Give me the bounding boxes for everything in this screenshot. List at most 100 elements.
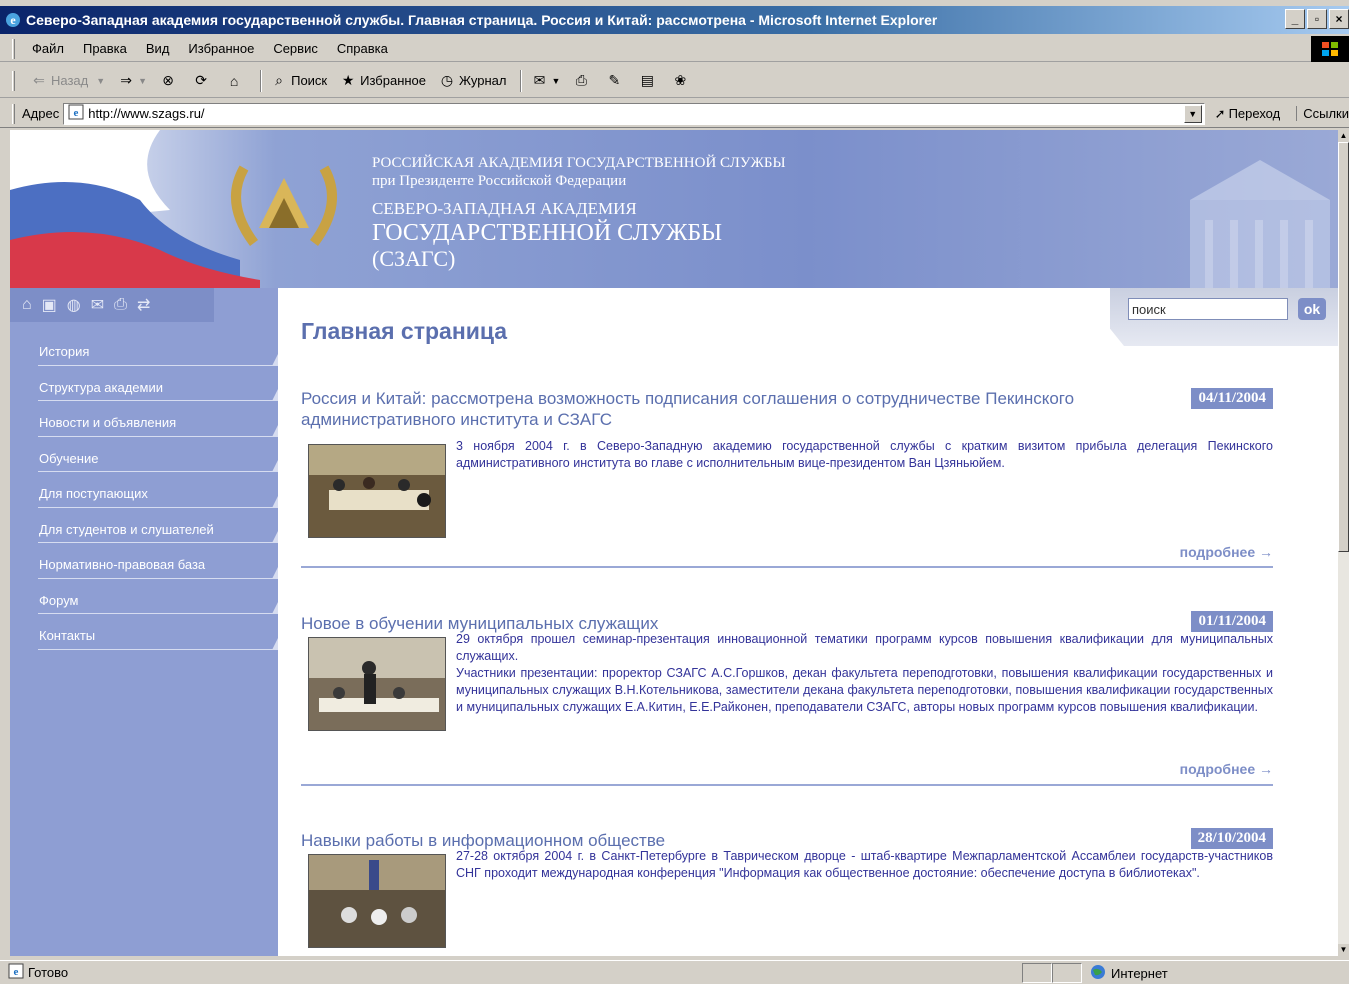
print-button[interactable]: ⎙ xyxy=(572,72,593,90)
news-date: 28/10/2004 xyxy=(1190,828,1273,849)
back-label: Назад xyxy=(51,73,89,88)
news-text-paragraph: 29 октября прошел семинар-презентация ин… xyxy=(456,632,1273,663)
go-arrow-icon: ➚ xyxy=(1214,105,1226,121)
home-button[interactable]: ⌂ xyxy=(225,72,246,90)
header-line-1: РОССИЙСКАЯ АКАДЕМИЯ ГОСУДАРСТВЕННОЙ СЛУЖ… xyxy=(372,155,786,171)
divider xyxy=(301,566,1273,568)
home-icon: ⌂ xyxy=(229,72,239,89)
favorites-button[interactable]: ★ Избранное xyxy=(339,72,426,90)
globe-icon xyxy=(1090,964,1106,983)
address-dropdown-icon[interactable]: ▼ xyxy=(1183,104,1202,123)
scrollbar-thumb[interactable] xyxy=(1338,142,1349,552)
forward-button[interactable]: ⇒ ▼ xyxy=(117,72,147,90)
address-bar: Адрес e http://www.szags.ru/ ▼ ➚ Переход… xyxy=(0,100,1349,128)
menu-bar: Файл Правка Вид Избранное Сервис Справка xyxy=(0,36,1349,62)
menu-edit[interactable]: Правка xyxy=(83,41,127,56)
minimize-button[interactable]: _ xyxy=(1285,9,1305,29)
go-button[interactable]: ➚ Переход xyxy=(1215,106,1281,122)
mail-icon[interactable]: ✉ xyxy=(91,295,104,315)
go-label: Переход xyxy=(1228,106,1281,121)
news-photo[interactable] xyxy=(308,444,446,538)
status-label: Готово xyxy=(28,965,69,980)
more-link[interactable]: подробнее → xyxy=(1180,761,1273,777)
sidebar-item-news[interactable]: Новости и объявления xyxy=(10,403,278,439)
header-text: РОССИЙСКАЯ АКАДЕМИЯ ГОСУДАРСТВЕННОЙ СЛУЖ… xyxy=(372,154,786,272)
refresh-button[interactable]: ⟳ xyxy=(192,72,213,90)
discuss-button[interactable]: ▤ xyxy=(638,72,659,90)
sidebar-item-education[interactable]: Обучение xyxy=(10,439,278,475)
sidebar-item-applicants[interactable]: Для поступающих xyxy=(10,474,278,510)
browser-window: e Северо-Западная академия государственн… xyxy=(0,0,1349,984)
globe-icon[interactable]: ◍ xyxy=(67,295,81,315)
menu-favorites[interactable]: Избранное xyxy=(188,41,254,56)
search-label: Поиск xyxy=(291,73,328,88)
sidebar-item-structure[interactable]: Структура академии xyxy=(10,368,278,404)
sidebar-item-students[interactable]: Для студентов и слушателей xyxy=(10,510,278,546)
title-bar: e Северо-Западная академия государственн… xyxy=(0,6,1349,34)
building-image xyxy=(1190,160,1330,288)
news-photo[interactable] xyxy=(308,637,446,731)
menu-view[interactable]: Вид xyxy=(146,41,170,56)
news-photo[interactable] xyxy=(308,854,446,948)
forward-dropdown-icon[interactable]: ▼ xyxy=(138,76,147,86)
site-search-input[interactable] xyxy=(1128,298,1288,320)
menu-help[interactable]: Справка xyxy=(337,41,388,56)
messenger-button[interactable]: ❀ xyxy=(671,72,692,90)
history-button[interactable]: ◷ Журнал xyxy=(438,72,507,90)
edit-icon: ✎ xyxy=(608,72,621,88)
history-icon: ◷ xyxy=(440,72,454,88)
address-input[interactable]: e http://www.szags.ru/ ▼ xyxy=(63,102,1205,125)
sitemap-icon[interactable]: ▣ xyxy=(42,295,57,315)
svg-text:e: e xyxy=(74,107,79,119)
menu-file[interactable]: Файл xyxy=(32,41,64,56)
back-dropdown-icon[interactable]: ▼ xyxy=(96,76,105,86)
mail-button[interactable]: ✉ ▼ xyxy=(530,72,561,90)
news-text: 29 октября прошел семинар-презентация ин… xyxy=(456,631,1273,716)
search-button[interactable]: ⌕ Поиск xyxy=(270,72,327,90)
stop-icon: ⊗ xyxy=(162,72,174,88)
sidebar-item-contacts[interactable]: Контакты xyxy=(10,616,278,652)
stop-button[interactable]: ⊗ xyxy=(159,72,180,90)
standard-toolbar: ⇐ Назад ▼ ⇒ ▼ ⊗ ⟳ ⌂ ⌕ Поиск ★ Избранное … xyxy=(0,64,1349,98)
news-title-link[interactable]: Россия и Китай: рассмотрена возможность … xyxy=(301,388,1121,430)
site-header: РОССИЙСКАЯ АКАДЕМИЯ ГОСУДАРСТВЕННОЙ СЛУЖ… xyxy=(10,130,1338,288)
scroll-up-icon[interactable]: ▲ xyxy=(1338,130,1349,142)
window-title: Северо-Западная академия государственной… xyxy=(26,12,938,28)
forward-arrow-icon: ⇒ xyxy=(120,72,133,88)
close-button[interactable]: × xyxy=(1329,9,1349,29)
scroll-down-icon[interactable]: ▼ xyxy=(1338,944,1349,956)
links-button[interactable]: Ссылки xyxy=(1296,106,1349,121)
header-line-3: СЕВЕРО-ЗАПАДНАЯ АКАДЕМИЯ xyxy=(372,199,637,218)
back-button[interactable]: ⇐ Назад ▼ xyxy=(30,72,105,90)
discuss-icon: ▤ xyxy=(640,72,654,88)
edit-button[interactable]: ✎ xyxy=(605,72,626,90)
print-icon: ⎙ xyxy=(575,72,587,88)
sidebar-item-forum[interactable]: Форум xyxy=(10,581,278,617)
header-line-4: ГОСУДАРСТВЕННОЙ СЛУЖБЫ xyxy=(372,220,723,246)
news-item: Навыки работы в информационном обществе … xyxy=(301,828,1273,956)
status-bar: e Готово Интернет xyxy=(0,960,1349,984)
news-date: 01/11/2004 xyxy=(1191,611,1273,632)
security-zone: Интернет xyxy=(1090,964,1168,983)
status-text: e Готово xyxy=(8,963,68,982)
search-icon[interactable]: ⇄ xyxy=(137,295,150,315)
sidebar-item-history[interactable]: История xyxy=(10,332,278,368)
address-url: http://www.szags.ru/ xyxy=(88,106,205,121)
news-date: 04/11/2004 xyxy=(1191,388,1273,409)
sidebar-item-legal[interactable]: Нормативно-правовая база xyxy=(10,545,278,581)
home-icon[interactable]: ⌂ xyxy=(22,296,32,314)
vertical-scrollbar[interactable]: ▲ ▼ xyxy=(1338,130,1349,956)
refresh-icon: ⟳ xyxy=(195,72,207,88)
menu-tools[interactable]: Сервис xyxy=(273,41,318,56)
more-link[interactable]: подробнее → xyxy=(1180,544,1273,560)
academy-emblem-logo xyxy=(231,165,337,246)
maximize-button[interactable]: ▫ xyxy=(1307,9,1327,29)
windows-logo-icon xyxy=(1311,36,1349,62)
sidebar: ⌂ ▣ ◍ ✉ ⎙ ⇄ История Структура академии Н… xyxy=(10,288,278,956)
zone-label: Интернет xyxy=(1111,966,1168,981)
news-text-paragraph: Участники презентации: проректор СЗАГС А… xyxy=(456,666,1273,714)
main-content: ok Главная страница Россия и Китай: расс… xyxy=(278,288,1338,956)
search-ok-button[interactable]: ok xyxy=(1298,298,1326,320)
print-icon[interactable]: ⎙ xyxy=(114,296,127,314)
page-icon: e xyxy=(68,104,84,123)
